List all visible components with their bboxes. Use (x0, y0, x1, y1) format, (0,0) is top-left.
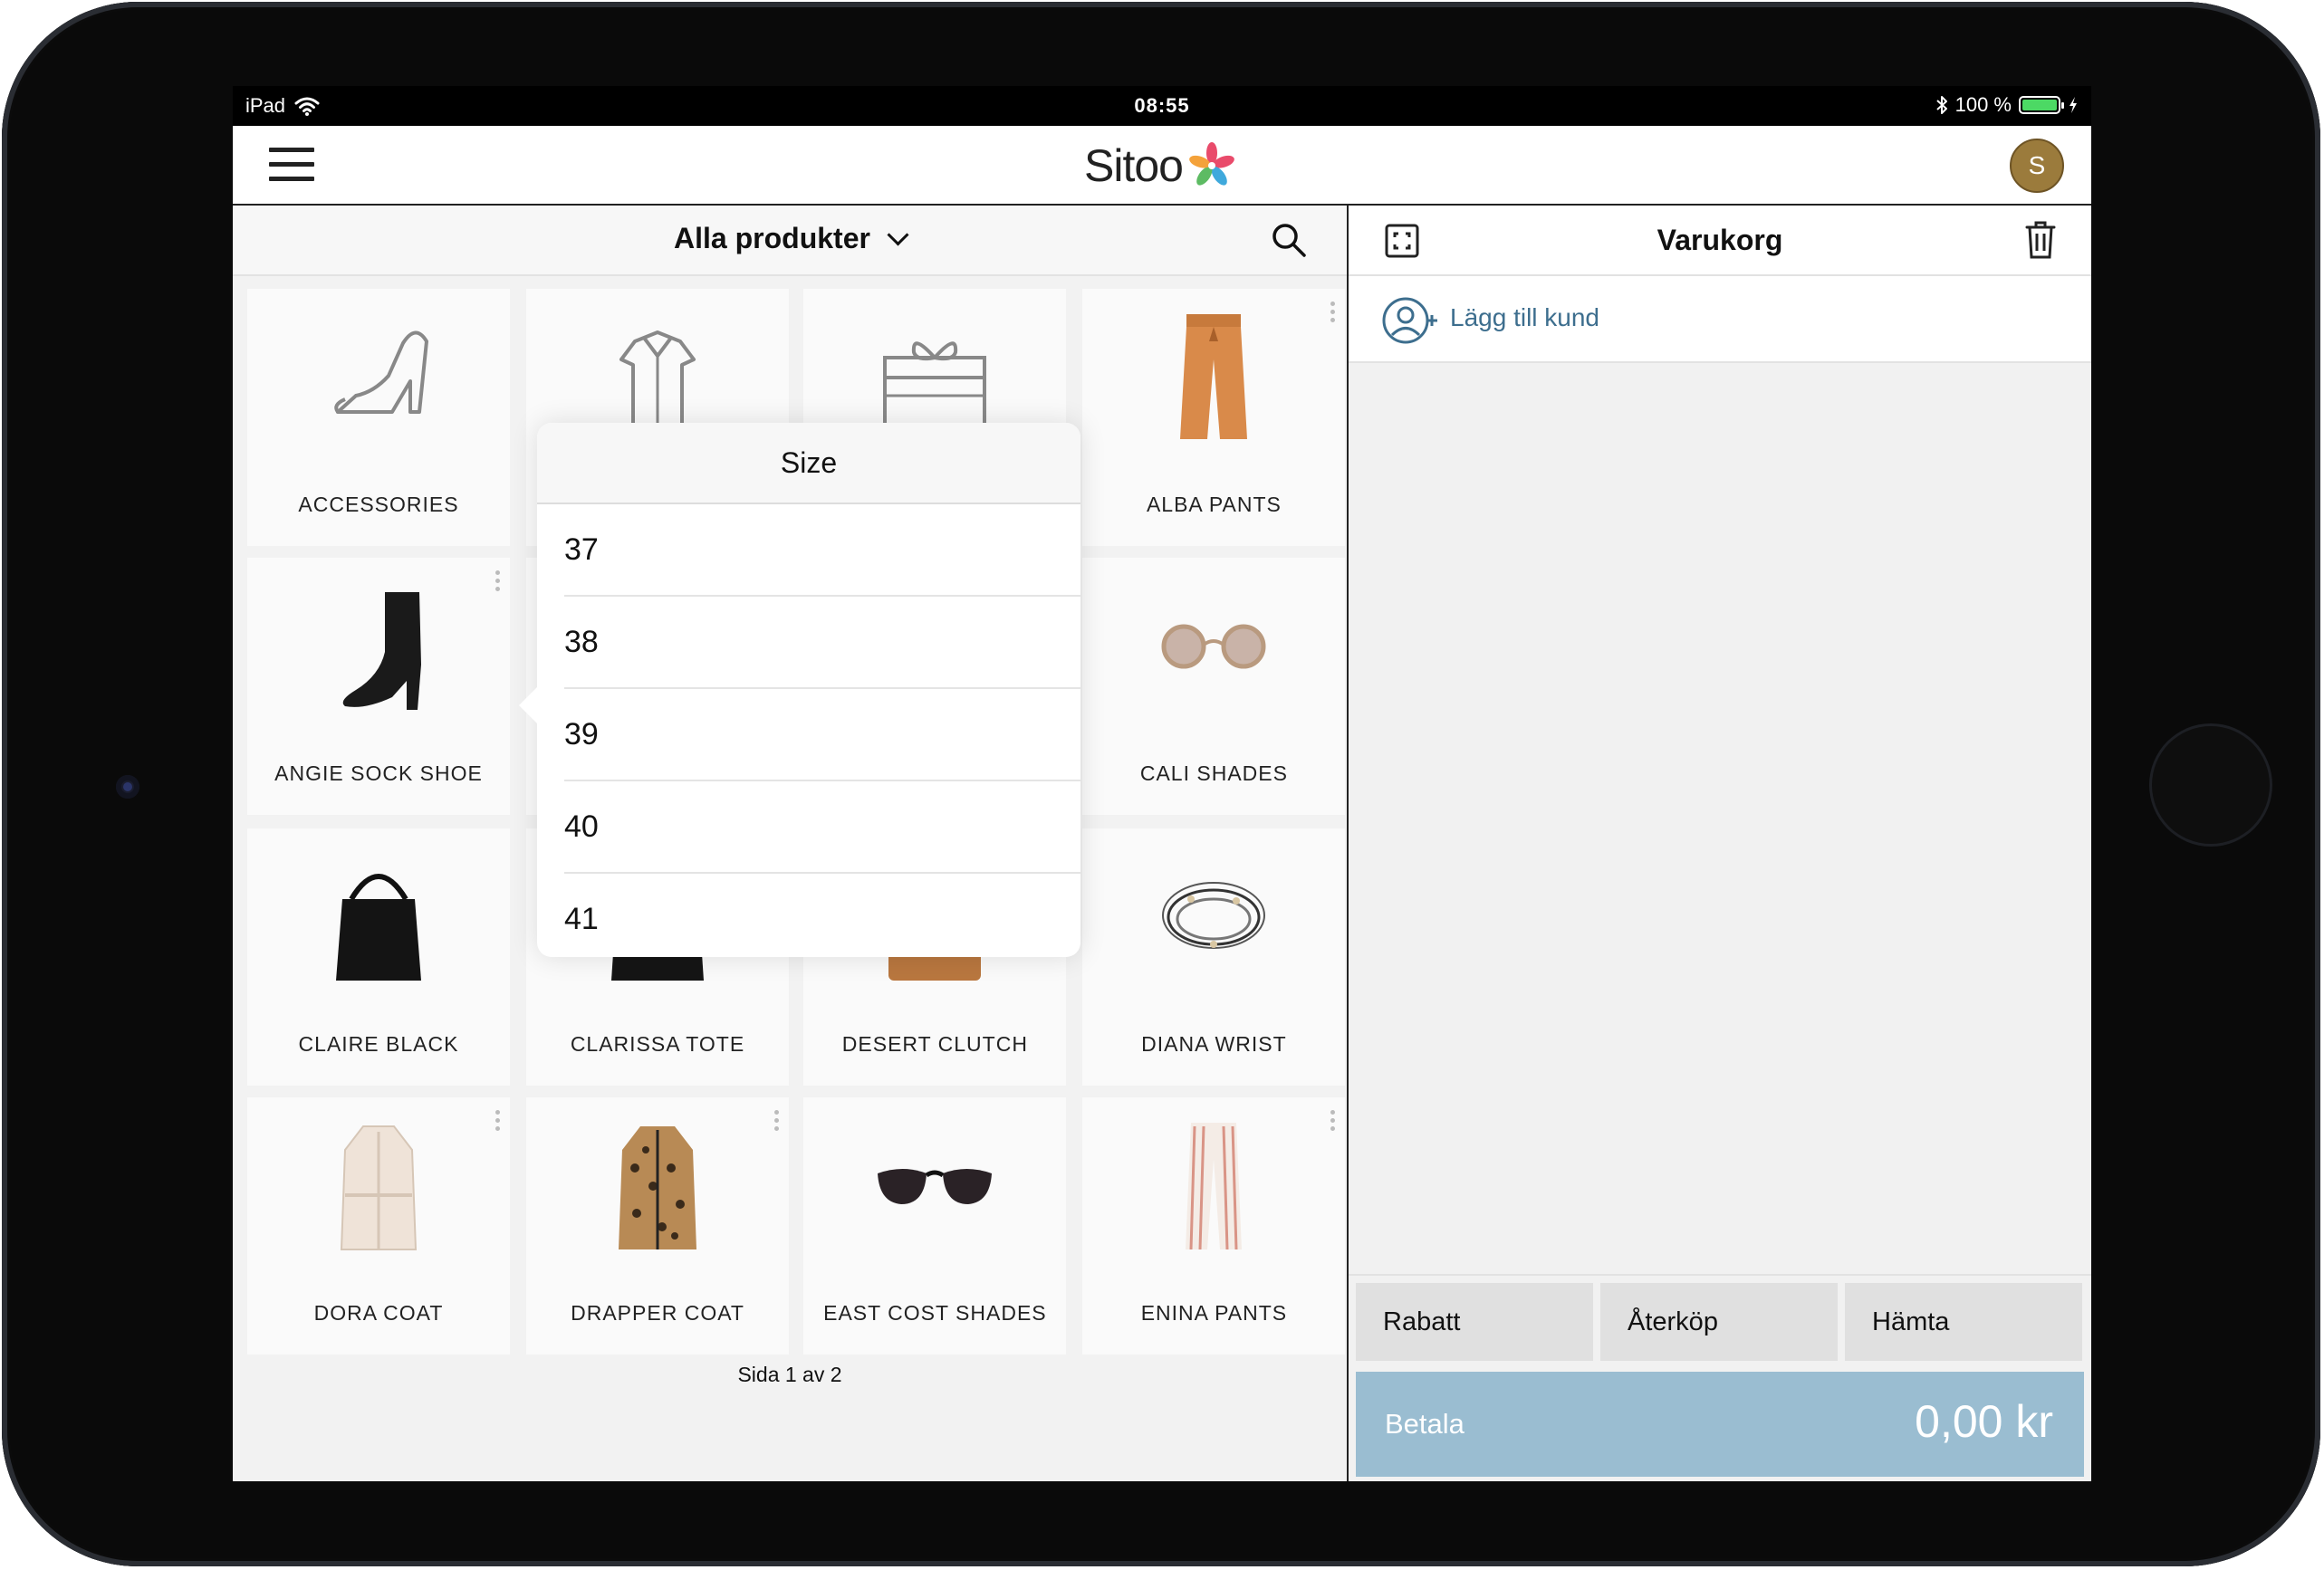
cart-title: Varukorg (1657, 224, 1783, 256)
add-customer-button[interactable]: Lägg till kund (1349, 276, 2091, 363)
product-label: DESERT CLUTCH (841, 1032, 1028, 1057)
product-tile[interactable]: EAST COST SHADES (803, 1097, 1067, 1355)
cart-header: Varukorg (1349, 206, 2091, 276)
more-options-icon[interactable] (495, 570, 501, 594)
product-label: DORA COAT (313, 1301, 444, 1326)
pay-button[interactable]: Betala 0,00 kr (1356, 1372, 2084, 1477)
pay-amount: 0,00 kr (1915, 1396, 2053, 1447)
cart-panel: Varukorg Lägg till kund Rabatt Återköp H… (1349, 206, 2091, 1481)
bluetooth-icon (1935, 96, 1947, 114)
more-options-icon[interactable] (495, 1110, 501, 1134)
product-label: ALBA PANTS (1146, 493, 1282, 516)
screen: iPad 08:55 100 % Sitoo S Alla produkter … (233, 86, 2091, 1481)
logo-text: Sitoo (1084, 140, 1184, 191)
top-navbar: Sitoo S (233, 126, 2091, 206)
product-tile[interactable]: DRAPPER COAT (526, 1097, 790, 1355)
camera (116, 775, 139, 799)
product-tile[interactable]: DORA COAT (247, 1097, 510, 1355)
product-tile[interactable]: ACCESSORIES (247, 289, 510, 546)
category-filter-bar: Alla produkter (233, 206, 1347, 276)
black-ankle-boot-image (302, 574, 456, 719)
status-right: 100 % (1935, 93, 2079, 117)
size-option-38[interactable]: 38 (564, 597, 1080, 689)
orange-paperbag-pants-image (1137, 305, 1291, 450)
product-tile[interactable]: DIANA WRIST (1082, 828, 1346, 1087)
size-option-37[interactable]: 37 (564, 504, 1080, 597)
cart-actions: Rabatt Återköp Hämta Betala 0,00 kr (1349, 1274, 2091, 1481)
size-option-41[interactable]: 41 (564, 874, 1080, 964)
more-options-icon[interactable] (1330, 1110, 1336, 1134)
product-label: ACCESSORIES (298, 493, 459, 516)
product-tile[interactable]: ANGIE SOCK SHOE (247, 558, 510, 816)
heel-shoe-icon (302, 305, 456, 450)
product-tile[interactable]: ENINA PANTS (1082, 1097, 1346, 1355)
product-label: ENINA PANTS (1140, 1301, 1288, 1326)
product-label: CLARISSA TOTE (570, 1032, 745, 1057)
product-label: CLAIRE BLACK (298, 1032, 459, 1057)
add-user-icon (1382, 297, 1437, 344)
size-option-40[interactable]: 40 (564, 781, 1080, 874)
trash-icon[interactable] (2024, 220, 2057, 260)
more-options-icon[interactable] (1330, 302, 1336, 325)
discount-button[interactable]: Rabatt (1356, 1283, 1593, 1361)
beaded-bracelets-image (1137, 845, 1291, 990)
product-label: DIANA WRIST (1141, 1032, 1287, 1057)
category-title: Alla produkter (674, 222, 870, 254)
charging-icon (2070, 97, 2077, 113)
size-popover: Size 37 38 39 40 41 (519, 423, 1080, 957)
leopard-coat-image (581, 1114, 735, 1259)
battery-fill (2022, 100, 2057, 110)
battery-percent: 100 % (1954, 93, 2012, 116)
battery-icon (2019, 96, 2064, 114)
product-label: ANGIE SOCK SHOE (274, 761, 483, 786)
pay-label: Betala (1385, 1408, 1465, 1440)
striped-pants-image (1137, 1114, 1291, 1259)
product-label: EAST COST SHADES (823, 1301, 1047, 1326)
user-avatar[interactable]: S (2010, 139, 2064, 193)
product-tile[interactable]: CLAIRE BLACK (247, 828, 510, 1087)
product-tile[interactable]: ALBA PANTS (1082, 289, 1346, 546)
size-option-39[interactable]: 39 (564, 689, 1080, 781)
return-button[interactable]: Återköp (1600, 1283, 1838, 1361)
page-indicator: Sida 1 av 2 (737, 1363, 842, 1386)
popover-title: Size (537, 423, 1080, 504)
product-tile[interactable]: CALI SHADES (1082, 558, 1346, 816)
add-customer-label: Lägg till kund (1450, 303, 1600, 331)
chevron-down-icon (887, 224, 909, 246)
black-suede-bag-image (302, 845, 456, 990)
category-dropdown[interactable]: Alla produkter (233, 222, 1347, 255)
status-bar: iPad 08:55 100 % (233, 86, 2091, 126)
cream-coat-image (302, 1114, 456, 1259)
product-label: CALI SHADES (1139, 761, 1288, 786)
product-label: DRAPPER COAT (571, 1301, 744, 1326)
status-time: 08:55 (1134, 94, 1190, 117)
fetch-button[interactable]: Hämta (1845, 1283, 2082, 1361)
home-button[interactable] (2152, 726, 2270, 844)
round-sunglasses-image (1137, 574, 1291, 719)
sitoo-logo: Sitoo (1084, 137, 1239, 195)
flower-logo-icon (1189, 142, 1234, 186)
hamburger-menu-icon[interactable] (269, 148, 314, 184)
cat-eye-sunglasses-image (858, 1114, 1012, 1259)
search-icon[interactable] (1271, 222, 1307, 258)
popover-arrow (519, 685, 539, 725)
more-options-icon[interactable] (774, 1110, 780, 1134)
